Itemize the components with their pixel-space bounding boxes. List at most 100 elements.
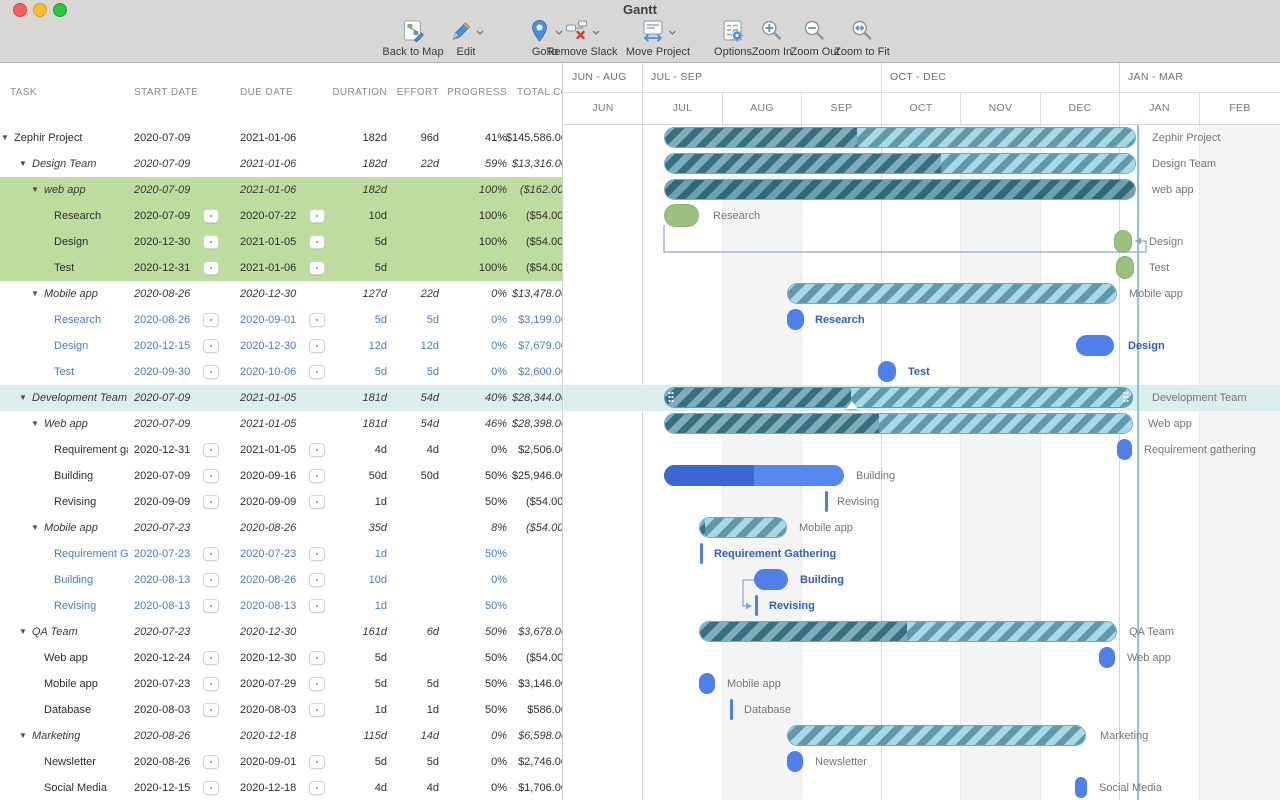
- effort-cell[interactable]: 4d: [382, 775, 439, 800]
- effort-cell[interactable]: [382, 645, 439, 671]
- table-row[interactable]: ▼ Mobile app 2020-07-23 2020-08-26 35d 8% ($54…: [0, 515, 562, 541]
- total-cost-cell[interactable]: $2,746.00: [459, 749, 562, 775]
- duration-cell[interactable]: 5d: [330, 749, 387, 775]
- task-name-cell[interactable]: Revising: [54, 489, 128, 515]
- one-day-task-tick[interactable]: [700, 543, 703, 564]
- due-date-picker-button[interactable]: [309, 781, 325, 795]
- toolbar-zoom-to-fit-button[interactable]: Zoom to Fit: [834, 20, 890, 58]
- start-date-picker-button[interactable]: [203, 755, 219, 769]
- column-header-task[interactable]: TASK: [10, 87, 37, 98]
- duration-cell[interactable]: 182d: [330, 125, 387, 151]
- start-date-cell[interactable]: 2020-12-15: [134, 333, 190, 359]
- expand-collapse-arrow[interactable]: ▼: [19, 151, 27, 177]
- table-row[interactable]: Requirement Gathering2020-07-232020-07-2…: [0, 541, 562, 567]
- table-row[interactable]: ▼ Mobile app 2020-08-26 2020-12-30 127d 22d 0%…: [0, 281, 562, 307]
- total-cost-cell[interactable]: ($54.00): [459, 203, 562, 229]
- effort-cell[interactable]: 5d: [382, 307, 439, 333]
- due-date-cell[interactable]: 2020-07-29: [240, 671, 296, 697]
- due-date-cell[interactable]: 2020-09-01: [240, 307, 296, 333]
- start-date-cell[interactable]: 2020-07-23: [134, 515, 190, 541]
- start-date-picker-button[interactable]: [203, 703, 219, 717]
- start-date-cell[interactable]: 2020-07-09: [134, 411, 190, 437]
- due-date-cell[interactable]: 2020-12-30: [240, 645, 296, 671]
- task-name-cell[interactable]: Web app: [44, 645, 128, 671]
- start-date-cell[interactable]: 2020-08-26: [134, 281, 190, 307]
- table-row[interactable]: ▼ Development Team 2020-07-09 2021-01-05 181…: [0, 385, 562, 411]
- start-date-picker-button[interactable]: [203, 677, 219, 691]
- total-cost-cell[interactable]: $145,586.00: [459, 125, 562, 151]
- total-cost-cell[interactable]: $2,506.00: [459, 437, 562, 463]
- start-date-picker-button[interactable]: [203, 339, 219, 353]
- duration-cell[interactable]: 5d: [330, 307, 387, 333]
- due-date-picker-button[interactable]: [309, 547, 325, 561]
- total-cost-cell[interactable]: $586.00: [459, 697, 562, 723]
- effort-cell[interactable]: [382, 255, 439, 281]
- start-date-cell[interactable]: 2020-12-24: [134, 645, 190, 671]
- task-name-cell[interactable]: Research: [54, 307, 128, 333]
- effort-cell[interactable]: [382, 541, 439, 567]
- task-name-cell[interactable]: Building: [54, 567, 128, 593]
- duration-cell[interactable]: 5d: [330, 255, 387, 281]
- duration-cell[interactable]: 10d: [330, 203, 387, 229]
- total-cost-cell[interactable]: ($54.00): [459, 515, 562, 541]
- total-cost-cell[interactable]: [459, 593, 562, 619]
- expand-collapse-arrow[interactable]: ▼: [31, 177, 39, 203]
- due-date-picker-button[interactable]: [309, 677, 325, 691]
- task-name-cell[interactable]: QA Team: [32, 619, 128, 645]
- expand-collapse-arrow[interactable]: ▼: [19, 723, 27, 749]
- table-row[interactable]: Revising 2020-09-09 2020-09-09 1d 50% ($54.00…: [0, 489, 562, 515]
- due-date-picker-button[interactable]: [309, 599, 325, 613]
- summary-bar[interactable]: [664, 413, 1133, 434]
- effort-cell[interactable]: 5d: [382, 359, 439, 385]
- due-date-picker-button[interactable]: [309, 651, 325, 665]
- duration-cell[interactable]: 5d: [330, 671, 387, 697]
- column-header-progress[interactable]: PROGRESS: [440, 87, 507, 98]
- total-cost-cell[interactable]: $6,598.00: [459, 723, 562, 749]
- due-date-cell[interactable]: 2020-09-09: [240, 489, 296, 515]
- start-date-picker-button[interactable]: [203, 547, 219, 561]
- due-date-picker-button[interactable]: [309, 755, 325, 769]
- due-date-cell[interactable]: 2020-08-26: [240, 515, 296, 541]
- due-date-picker-button[interactable]: [309, 235, 325, 249]
- summary-bar[interactable]: [699, 517, 787, 538]
- table-row[interactable]: Test 2020-09-30 2020-10-06 5d 5d 0% $2,600.00: [0, 359, 562, 385]
- start-date-cell[interactable]: 2020-07-23: [134, 671, 190, 697]
- due-date-cell[interactable]: 2021-01-06: [240, 177, 296, 203]
- summary-bar[interactable]: [664, 179, 1136, 200]
- table-row[interactable]: Requirement gathering2020-12-31 2021-01-0…: [0, 437, 562, 463]
- due-date-picker-button[interactable]: [309, 209, 325, 223]
- total-cost-cell[interactable]: $13,316.00: [459, 151, 562, 177]
- start-date-cell[interactable]: 2020-07-09: [134, 385, 190, 411]
- task-name-cell[interactable]: Design: [54, 229, 128, 255]
- effort-cell[interactable]: 12d: [382, 333, 439, 359]
- effort-cell[interactable]: [382, 203, 439, 229]
- task-name-cell[interactable]: Design Team: [32, 151, 128, 177]
- table-row[interactable]: ▼ Zephir Project 2020-07-09 2021-01-06 182d 9…: [0, 125, 562, 151]
- task-bar[interactable]: [787, 751, 803, 772]
- total-cost-cell[interactable]: [459, 541, 562, 567]
- toolbar-edit-button[interactable]: Edit: [448, 20, 485, 58]
- start-date-cell[interactable]: 2020-12-15: [134, 775, 190, 800]
- task-name-cell[interactable]: Development Team: [32, 385, 128, 411]
- due-date-cell[interactable]: 2021-01-05: [240, 437, 296, 463]
- due-date-cell[interactable]: 2020-07-23: [240, 541, 296, 567]
- duration-cell[interactable]: 5d: [330, 359, 387, 385]
- table-row[interactable]: ▼ web app 2020-07-09 2021-01-06 182d 100% ($16…: [0, 177, 562, 203]
- task-name-cell[interactable]: Building: [54, 463, 128, 489]
- duration-cell[interactable]: 1d: [330, 593, 387, 619]
- due-date-cell[interactable]: 2020-12-18: [240, 775, 296, 800]
- effort-cell[interactable]: 54d: [382, 411, 439, 437]
- start-date-cell[interactable]: 2020-09-30: [134, 359, 190, 385]
- start-date-cell[interactable]: 2020-12-30: [134, 229, 190, 255]
- expand-collapse-arrow[interactable]: ▼: [31, 411, 39, 437]
- start-date-picker-button[interactable]: [203, 573, 219, 587]
- due-date-cell[interactable]: 2020-12-30: [240, 619, 296, 645]
- duration-cell[interactable]: 5d: [330, 229, 387, 255]
- effort-cell[interactable]: [382, 177, 439, 203]
- bar-resize-grip-left[interactable]: [668, 391, 674, 404]
- toolbar-back-to-map-button[interactable]: Back to Map: [382, 20, 444, 58]
- effort-cell[interactable]: 54d: [382, 385, 439, 411]
- total-cost-cell[interactable]: $2,600.00: [459, 359, 562, 385]
- effort-cell[interactable]: 22d: [382, 281, 439, 307]
- due-date-cell[interactable]: 2021-01-06: [240, 125, 296, 151]
